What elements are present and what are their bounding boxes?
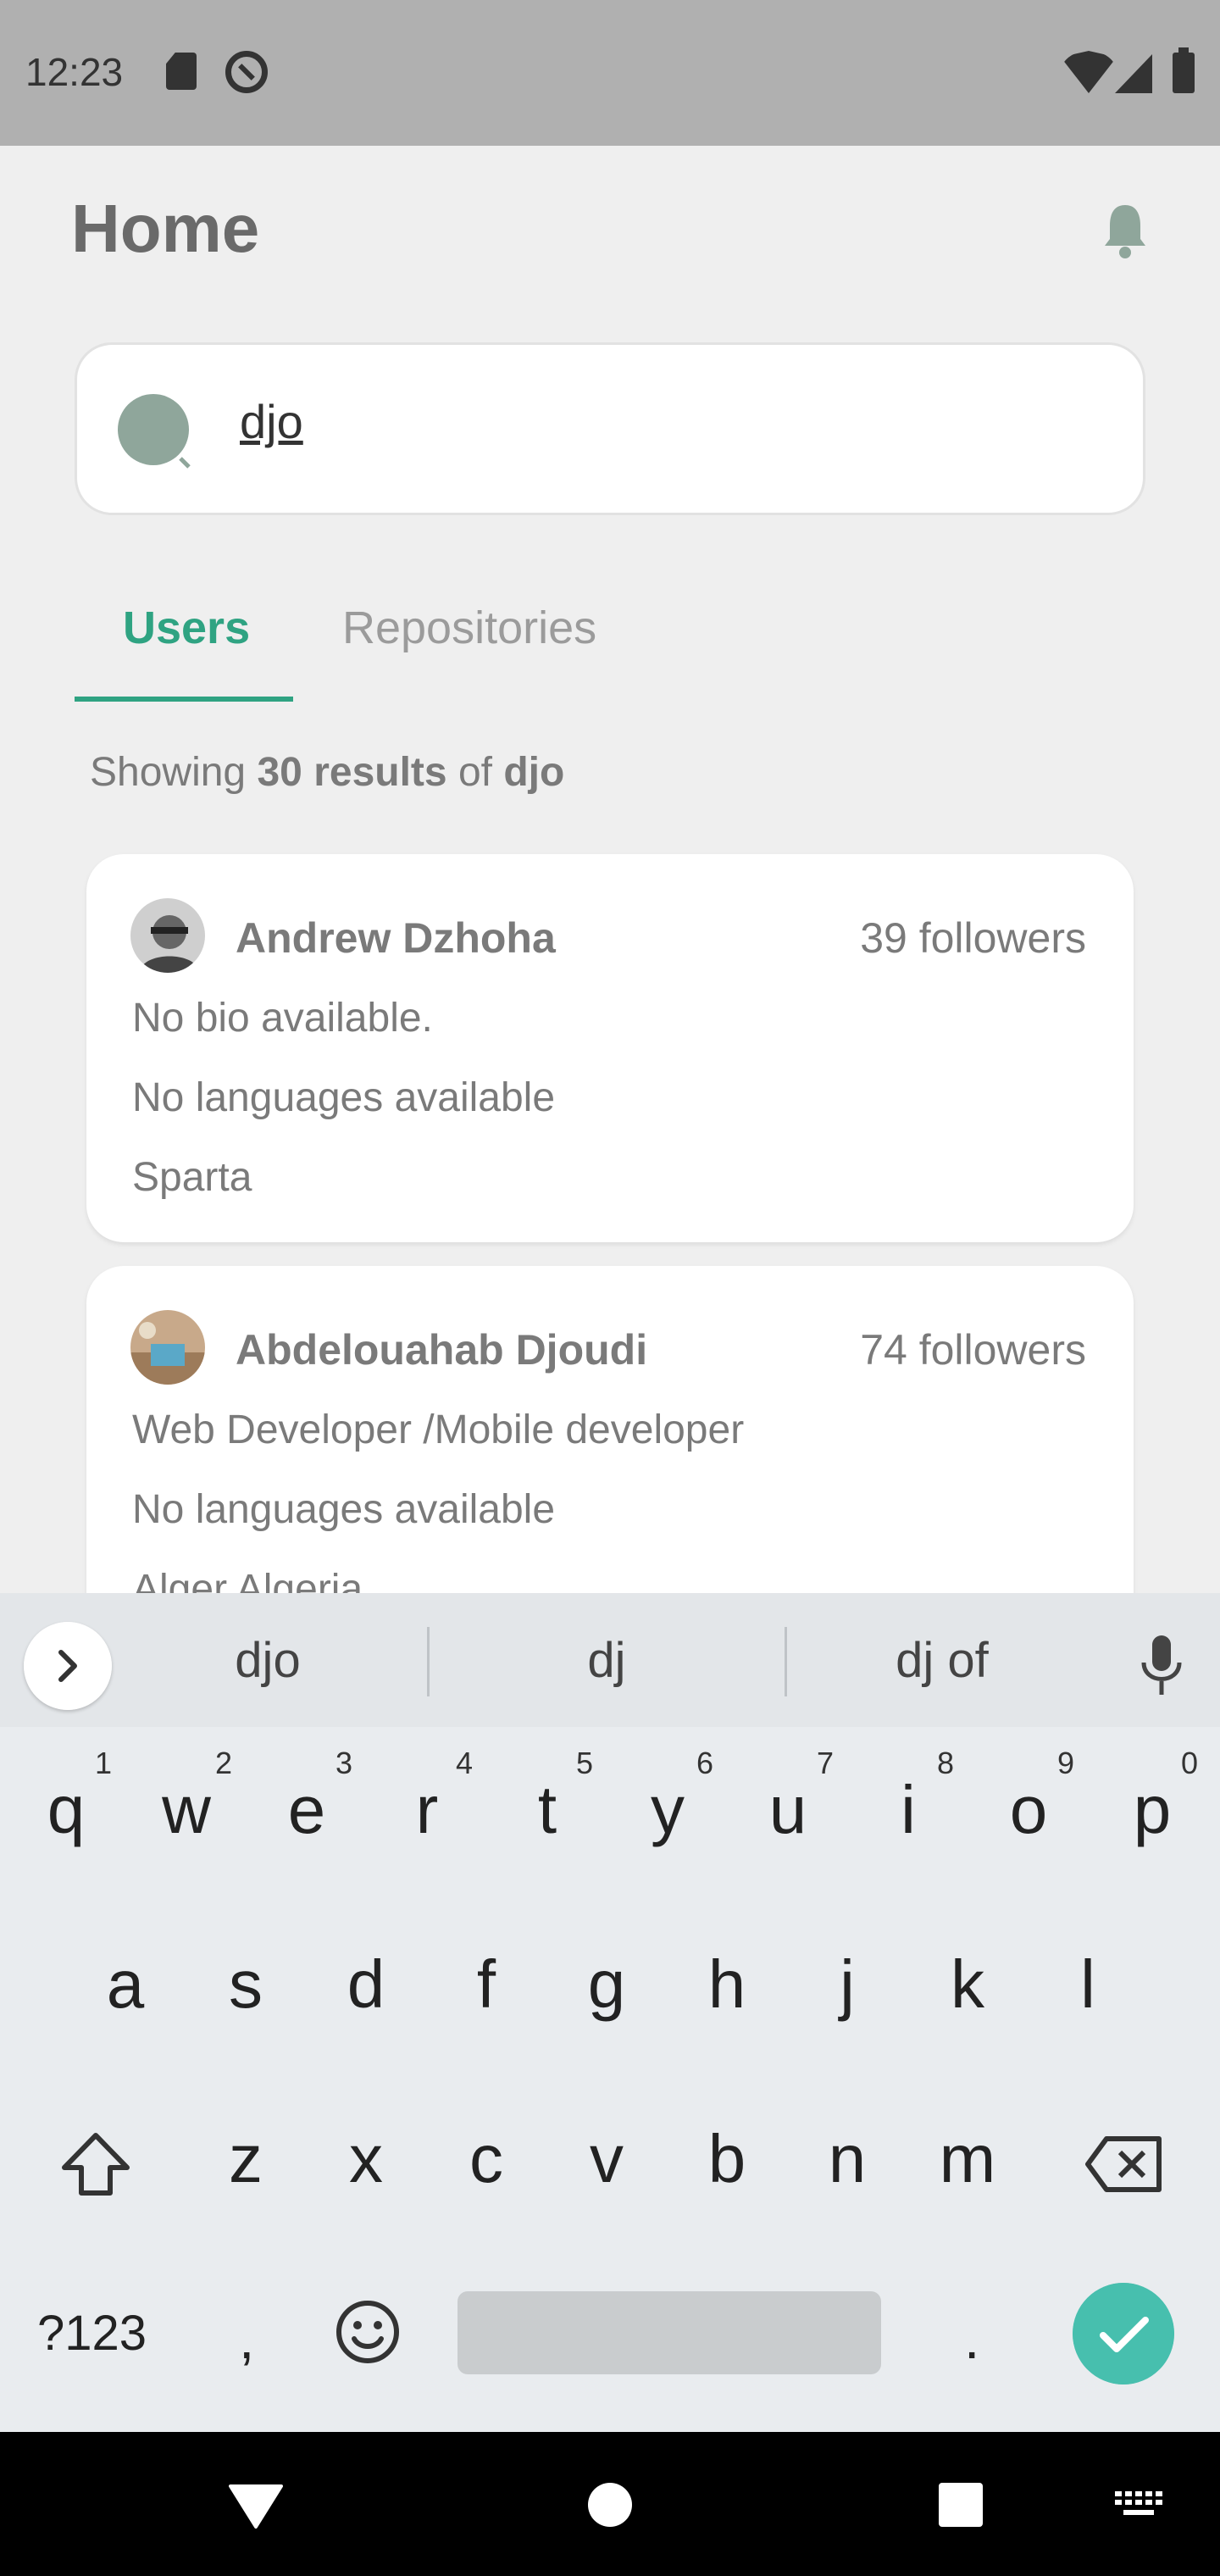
key-v[interactable]: v bbox=[556, 2120, 657, 2198]
key-f[interactable]: f bbox=[435, 1946, 537, 2024]
key-x[interactable]: x bbox=[315, 2120, 417, 2198]
key-b[interactable]: b bbox=[676, 2120, 778, 2198]
cell-signal-icon bbox=[1115, 54, 1152, 93]
key-u[interactable]: u7 bbox=[737, 1746, 839, 1849]
key-n[interactable]: n bbox=[796, 2120, 898, 2198]
microphone-icon[interactable] bbox=[1139, 1635, 1184, 1696]
symbols-key[interactable]: ?123 bbox=[37, 2305, 147, 2362]
back-icon[interactable] bbox=[229, 2483, 283, 2529]
notification-bell-icon[interactable] bbox=[1101, 202, 1149, 259]
user-bio: Web Developer /Mobile developer bbox=[132, 1407, 745, 1452]
key-e[interactable]: e3 bbox=[256, 1746, 358, 1849]
key-y[interactable]: y6 bbox=[617, 1746, 718, 1849]
tab-users[interactable]: Users bbox=[123, 602, 250, 654]
expand-toolbar-icon[interactable] bbox=[24, 1622, 112, 1710]
summary-mid: of bbox=[458, 750, 492, 795]
key-s[interactable]: s bbox=[195, 1946, 297, 2024]
recents-icon[interactable] bbox=[937, 2481, 984, 2529]
home-icon[interactable] bbox=[586, 2481, 634, 2529]
done-check-icon[interactable] bbox=[1073, 2283, 1174, 2384]
key-q[interactable]: q1 bbox=[15, 1746, 117, 1849]
sd-card-icon bbox=[166, 53, 197, 90]
key-g[interactable]: g bbox=[556, 1946, 657, 2024]
key-m[interactable]: m bbox=[917, 2120, 1018, 2198]
summary-count: 30 results bbox=[257, 750, 447, 795]
space-bar[interactable] bbox=[458, 2291, 881, 2374]
followers-count: 39 followers bbox=[860, 914, 1086, 962]
shift-icon[interactable] bbox=[59, 2130, 132, 2198]
search-icon bbox=[118, 394, 191, 469]
user-name: Abdelouahab Djoudi bbox=[236, 1326, 648, 1374]
key-c[interactable]: c bbox=[435, 2120, 537, 2198]
summary-query: djo bbox=[503, 750, 565, 795]
key-j[interactable]: j bbox=[796, 1946, 898, 2024]
active-tab-indicator bbox=[75, 697, 293, 702]
key-k[interactable]: k bbox=[917, 1946, 1018, 2024]
avatar bbox=[130, 898, 205, 973]
user-languages: No languages available bbox=[132, 1487, 556, 1532]
avatar bbox=[130, 1310, 205, 1385]
suggestion-2[interactable]: dj bbox=[480, 1632, 734, 1689]
user-location: Sparta bbox=[132, 1155, 252, 1200]
key-o[interactable]: o9 bbox=[978, 1746, 1079, 1849]
do-not-disturb-icon bbox=[225, 51, 268, 93]
user-bio: No bio available. bbox=[132, 996, 433, 1041]
key-r[interactable]: r4 bbox=[376, 1746, 478, 1849]
suggestion-divider bbox=[785, 1627, 787, 1696]
user-card[interactable]: Andrew Dzhoha 39 followers No bio availa… bbox=[86, 854, 1134, 1242]
emoji-icon[interactable] bbox=[334, 2298, 402, 2366]
followers-count: 74 followers bbox=[860, 1326, 1086, 1374]
battery-icon bbox=[1173, 47, 1195, 93]
key-a[interactable]: a bbox=[75, 1946, 176, 2024]
tab-repositories[interactable]: Repositories bbox=[342, 602, 596, 654]
results-summary: Showing 30 results of djo bbox=[90, 749, 564, 796]
navigation-bar bbox=[0, 2432, 1220, 2576]
suggestion-bar: djo dj dj of bbox=[0, 1593, 1220, 1727]
summary-prefix: Showing bbox=[90, 750, 247, 795]
suggestion-divider bbox=[427, 1627, 430, 1696]
status-time: 12:23 bbox=[25, 50, 124, 94]
search-bar[interactable]: djo bbox=[75, 342, 1145, 515]
suggestion-1[interactable]: djo bbox=[141, 1632, 395, 1689]
page-title: Home bbox=[71, 191, 260, 266]
key-t[interactable]: t5 bbox=[496, 1746, 598, 1849]
backspace-icon[interactable] bbox=[1084, 2135, 1162, 2193]
key-p[interactable]: p0 bbox=[1101, 1746, 1203, 1849]
wifi-icon bbox=[1061, 51, 1117, 93]
key-w[interactable]: w2 bbox=[136, 1746, 237, 1849]
key-z[interactable]: z bbox=[195, 2120, 297, 2198]
key-i[interactable]: i8 bbox=[857, 1746, 959, 1849]
user-languages: No languages available bbox=[132, 1075, 556, 1120]
comma-key[interactable]: , bbox=[239, 2307, 254, 2371]
keyboard-switch-icon[interactable] bbox=[1115, 2491, 1162, 2520]
suggestion-3[interactable]: dj of bbox=[815, 1632, 1069, 1689]
key-d[interactable]: d bbox=[315, 1946, 417, 2024]
key-l[interactable]: l bbox=[1037, 1946, 1139, 2024]
search-input[interactable]: djo bbox=[240, 394, 303, 449]
key-h[interactable]: h bbox=[676, 1946, 778, 2024]
user-name: Andrew Dzhoha bbox=[236, 914, 556, 962]
status-bar: 12:23 bbox=[0, 0, 1220, 146]
period-key[interactable]: . bbox=[964, 2307, 979, 2371]
